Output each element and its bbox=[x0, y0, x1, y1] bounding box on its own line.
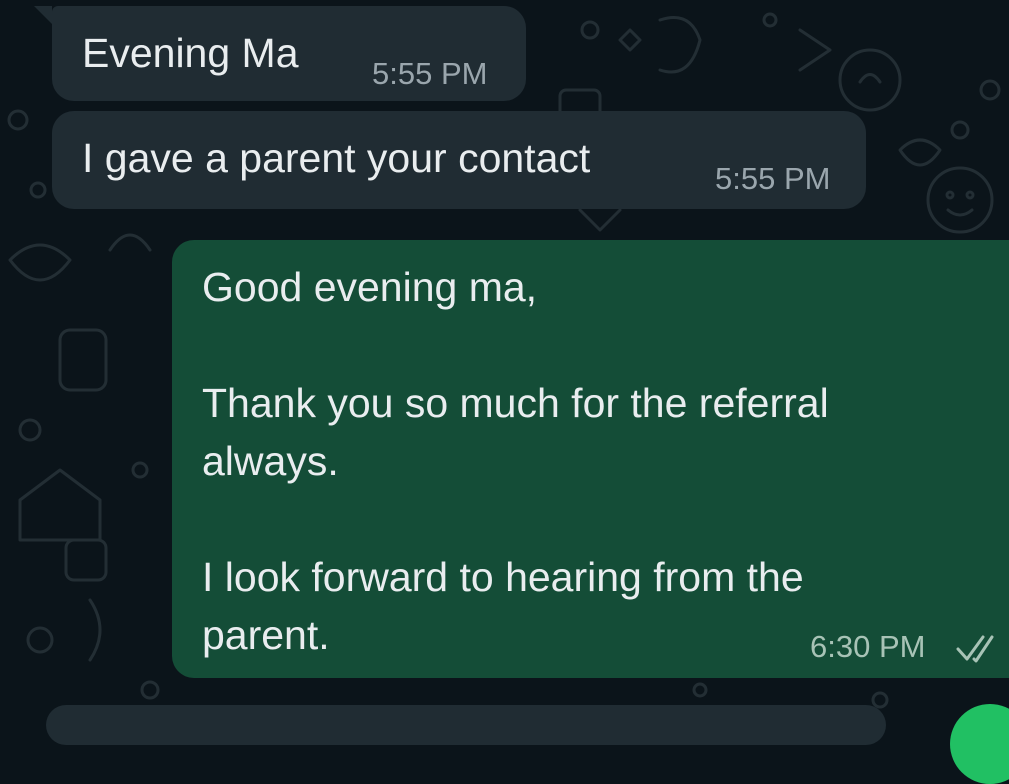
message-input-bar[interactable] bbox=[46, 705, 886, 745]
message-time: 6:30 PM bbox=[810, 629, 926, 664]
message-text: I gave a parent your contact bbox=[82, 135, 591, 181]
message-text: Evening Ma bbox=[82, 30, 299, 76]
message-time: 5:55 PM bbox=[715, 161, 831, 196]
double-check-icon bbox=[956, 635, 994, 663]
incoming-message[interactable]: I gave a parent your contact 5:55 PM bbox=[52, 111, 866, 209]
message-time: 5:55 PM bbox=[372, 56, 488, 91]
message-text: Good evening ma, Thank you so much for t… bbox=[202, 264, 829, 658]
outgoing-message[interactable]: Good evening ma, Thank you so much for t… bbox=[172, 240, 1009, 678]
incoming-message[interactable]: Evening Ma 5:55 PM bbox=[34, 6, 526, 101]
bubble-tail bbox=[34, 6, 52, 24]
